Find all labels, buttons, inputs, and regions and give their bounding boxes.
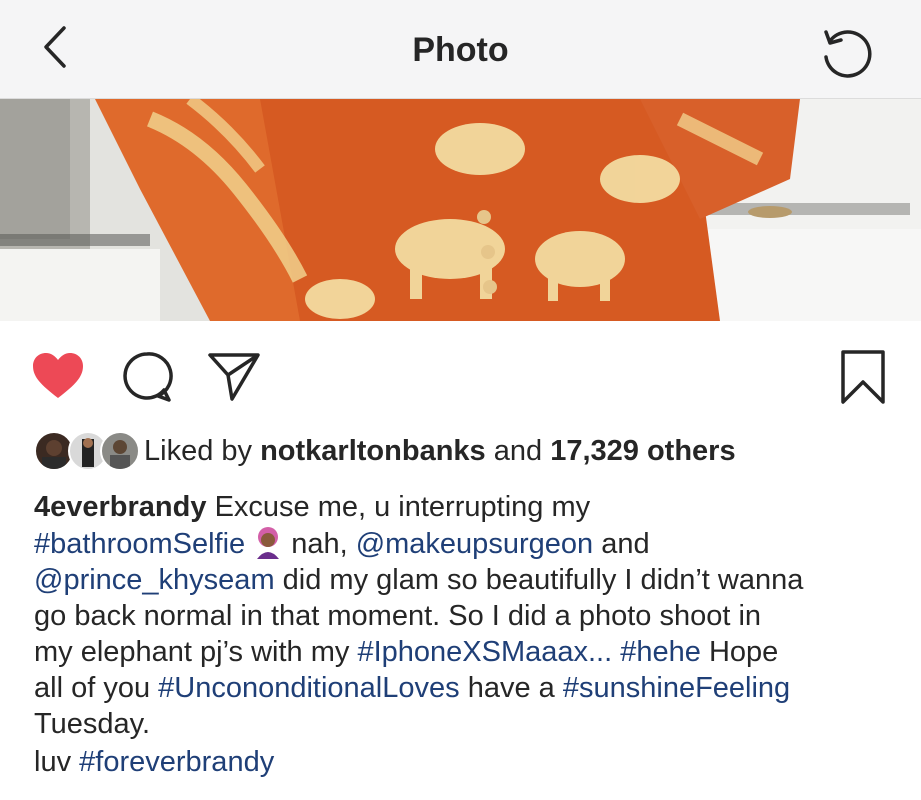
hashtag-link[interactable]: #bathroomSelfie — [34, 528, 245, 560]
woman-emoji-icon — [251, 525, 285, 559]
mention-link[interactable]: @makeupsurgeon — [356, 528, 593, 560]
caption-text: Excuse me, u interrupting my — [214, 491, 591, 523]
caption-line: all of you #UncononditionalLoves have a … — [34, 670, 904, 706]
post-photo[interactable] — [0, 99, 921, 321]
caption-text: have a — [467, 672, 555, 704]
caption-text: Hope — [708, 636, 779, 668]
post-caption: 4everbrandy Excuse me, u interrupting my… — [34, 489, 904, 780]
caption-text: nah, — [291, 528, 348, 560]
post-actions — [0, 340, 921, 410]
liker-avatars — [34, 431, 140, 471]
likes-row[interactable]: Liked by notkarltonbanks and 17,329 othe… — [34, 430, 736, 472]
likes-count-link[interactable]: 17,329 others — [550, 435, 735, 468]
like-button[interactable] — [30, 348, 86, 404]
hashtag-part: Loves — [382, 672, 460, 704]
caption-text: all of you — [34, 672, 151, 704]
refresh-button[interactable] — [816, 22, 878, 84]
liked-by-user-link[interactable]: notkarltonbanks — [260, 435, 486, 468]
caption-line: go back normal in that moment. So I did … — [34, 600, 762, 632]
photo-post-screen: Photo Liked by notkarltonbanks and 17,32… — [0, 0, 921, 800]
comment-icon — [123, 352, 173, 402]
liked-by-and: and — [493, 434, 543, 467]
save-button[interactable] — [836, 346, 890, 408]
caption-line: #bathroomSelfie nah, @makeupsurgeon and — [34, 525, 904, 562]
share-button[interactable] — [205, 348, 263, 406]
caption-line: 4everbrandy Excuse me, u interrupting my — [34, 489, 904, 525]
photo-illustration — [0, 99, 921, 321]
caption-line: my elephant pj’s with my #IphoneXSMaaax.… — [34, 634, 904, 670]
hashtag-link[interactable]: #IphoneXSMaaax... — [357, 636, 612, 668]
hashtag-part: #Uncononditional — [158, 672, 383, 704]
send-icon — [208, 353, 260, 401]
mention-link[interactable]: @prince_khyseam — [34, 564, 275, 596]
liked-by-prefix: Liked by — [144, 434, 253, 467]
comment-button[interactable] — [118, 348, 176, 406]
caption-line: Tuesday. — [34, 708, 151, 740]
nav-header: Photo — [0, 0, 921, 99]
hashtag-link[interactable]: #UncononditionalLoves — [158, 672, 460, 704]
hashtag-link[interactable]: #sunshineFeeling — [563, 672, 790, 704]
hashtag-link[interactable]: #hehe — [620, 636, 701, 668]
refresh-icon — [824, 30, 872, 78]
caption-text: my elephant pj’s with my — [34, 636, 350, 668]
hashtag-link[interactable]: #foreverbrandy — [79, 746, 274, 778]
caption-username[interactable]: 4everbrandy — [34, 491, 207, 523]
avatar — [100, 431, 140, 471]
page-title: Photo — [412, 31, 509, 69]
caption-line: @prince_khyseam did my glam so beautiful… — [34, 562, 904, 598]
bookmark-icon — [841, 350, 885, 404]
caption-text: luv — [34, 746, 72, 778]
heart-filled-icon — [33, 353, 83, 398]
caption-text: did my glam so beautifully I didn’t wann… — [282, 564, 804, 596]
caption-line: luv #foreverbrandy — [34, 744, 904, 780]
caption-text: and — [601, 528, 650, 560]
